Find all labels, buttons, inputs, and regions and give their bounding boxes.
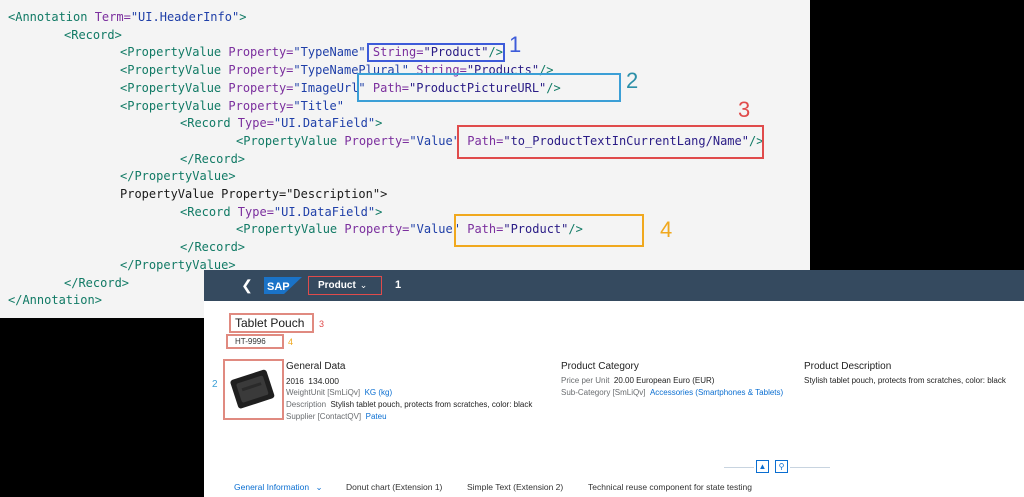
picture-callout-number: 2 <box>212 379 218 390</box>
shell-badge-number: 1 <box>395 279 402 291</box>
code-line: <Annotation Term="UI.HeaderInfo"> <box>8 10 247 24</box>
product-image[interactable] <box>223 359 284 420</box>
weight-unit-link[interactable]: KG (kg) <box>365 388 393 397</box>
tab-simple-text[interactable]: Simple Text (Extension 2) <box>467 481 563 493</box>
supplier-field: Supplier [ContactQV] Pateu <box>286 412 387 421</box>
title-callout-number: 3 <box>319 319 325 329</box>
code-line: <Record Type="UI.DataField"> <box>180 116 383 131</box>
app-title-menu-button[interactable]: Product ⌄ <box>308 276 382 295</box>
app-title-label: Product <box>318 280 356 291</box>
highlight-box-4 <box>454 214 644 247</box>
tab-technical-reuse[interactable]: Technical reuse component for state test… <box>588 481 752 493</box>
code-line: <Record> <box>64 27 122 42</box>
shell-bar: ❮ SAP Product ⌄ 1 <box>204 270 1024 301</box>
product-category-title: Product Category <box>561 361 639 372</box>
collapse-header-button[interactable]: ▲ <box>756 460 769 473</box>
highlight-box-1 <box>367 43 505 62</box>
callout-number-2: 2 <box>626 68 639 93</box>
code-line: <Record Type="UI.DataField"> <box>180 204 383 219</box>
highlight-box-3 <box>457 125 764 159</box>
callout-number-1: 1 <box>509 32 522 57</box>
svg-text:SAP: SAP <box>267 281 290 293</box>
description-field: Description Stylish tablet pouch, protec… <box>286 400 533 409</box>
code-line: </Record> <box>180 151 246 166</box>
tablet-pouch-image <box>230 369 275 409</box>
sub-category-field: Sub-Category [SmLiQv] Accessories (Smart… <box>561 388 784 397</box>
pin-header-button[interactable]: ⚲ <box>775 460 788 473</box>
header-separator-left <box>724 467 754 468</box>
chevron-down-icon: ⌄ <box>315 482 323 492</box>
tab-general-information[interactable]: General Information ⌄ <box>234 481 323 493</box>
supplier-link[interactable]: Pateu <box>366 412 387 421</box>
callout-number-4: 4 <box>660 217 673 242</box>
general-data-title: General Data <box>286 361 346 372</box>
code-line: </Record> <box>64 275 130 290</box>
product-description-title: Product Description <box>804 361 892 372</box>
product-description-text: Stylish tablet pouch, protects from scra… <box>804 376 1006 385</box>
code-line: <PropertyValue Property="Title" <box>120 98 344 113</box>
code-line: </Record> <box>180 240 246 255</box>
weight-unit-field: WeightUnit [SmLiQv] KG (kg) <box>286 388 393 397</box>
chevron-left-icon[interactable]: ❮ <box>240 277 254 293</box>
object-page: ❮ SAP Product ⌄ 1 Tablet Pouch 3 HT-9996 … <box>204 270 1024 497</box>
code-line: </PropertyValue> <box>120 169 236 184</box>
page-subtitle: HT-9996 <box>226 334 284 349</box>
sap-logo: SAP <box>264 277 302 294</box>
price-per-unit-field: Price per Unit 20.00 European Euro (EUR) <box>561 376 715 385</box>
subtitle-callout-number: 4 <box>288 337 294 347</box>
chevron-down-icon: ⌄ <box>359 280 368 290</box>
highlight-box-2 <box>357 73 621 102</box>
page-title: Tablet Pouch <box>229 313 314 333</box>
callout-number-3: 3 <box>738 97 751 122</box>
tab-donut-chart[interactable]: Donut chart (Extension 1) <box>346 481 442 493</box>
code-line: PropertyValue Property="Description"> <box>120 187 388 201</box>
header-separator-right <box>790 467 830 468</box>
code-line: </Annotation> <box>8 293 102 308</box>
sub-category-link[interactable]: Accessories (Smartphones & Tablets) <box>650 388 783 397</box>
